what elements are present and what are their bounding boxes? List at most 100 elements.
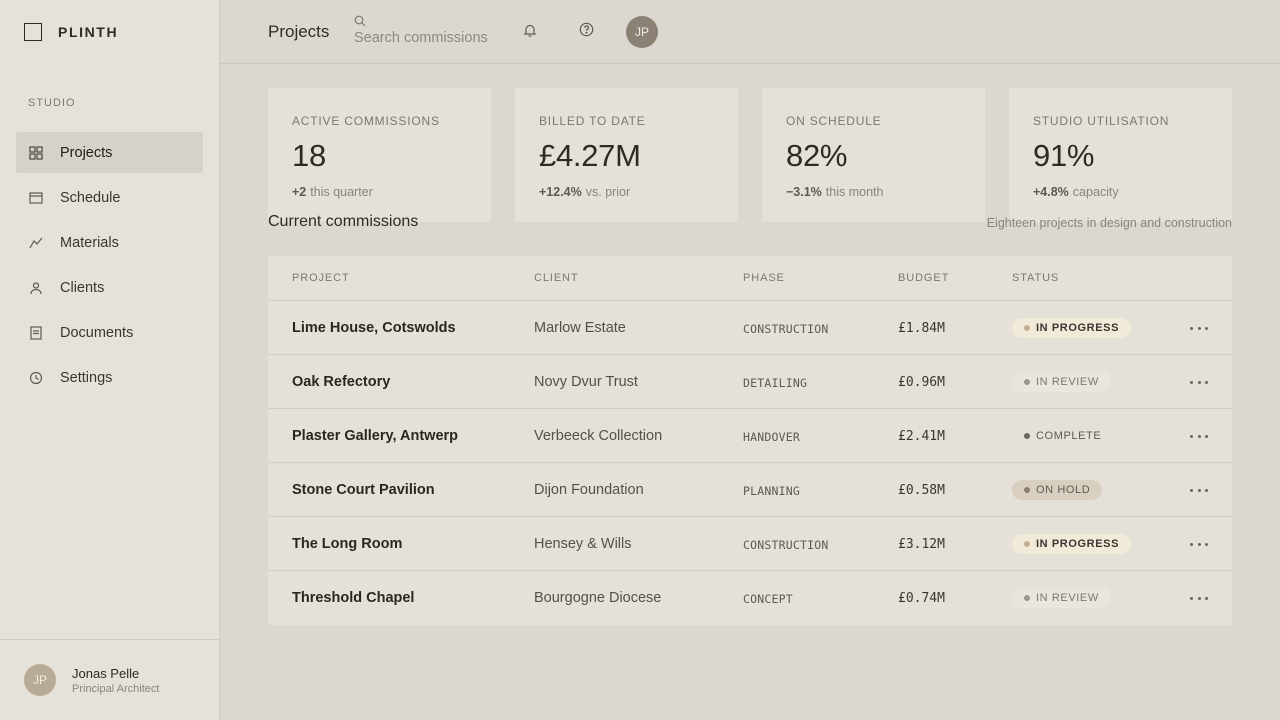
search-input[interactable]	[354, 30, 504, 46]
help-circle-icon	[579, 22, 594, 42]
client-name: Novy Dvur Trust	[534, 374, 638, 390]
sidebar-item-label: Documents	[60, 324, 134, 341]
stat-delta: +12.4%	[539, 185, 582, 199]
stat-note-text: this month	[825, 185, 884, 199]
stat-label: BILLED TO DATE	[539, 114, 646, 128]
client-name: Bourgogne Diocese	[534, 590, 662, 606]
more-dots-icon	[1190, 488, 1193, 492]
row-more-button[interactable]	[1190, 374, 1208, 390]
more-dots-icon	[1205, 596, 1208, 600]
logo-square-icon	[24, 23, 42, 41]
more-dots-icon	[1205, 488, 1208, 492]
stat-note: +4.8% capacity	[1033, 185, 1208, 199]
row-more-button[interactable]	[1190, 428, 1208, 444]
client-name: Dijon Foundation	[534, 482, 644, 498]
stat-note: +2 this quarter	[292, 185, 467, 199]
status-badge: COMPLETE	[1012, 426, 1113, 446]
column-header-status[interactable]: STATUS	[1012, 272, 1059, 284]
row-more-button[interactable]	[1190, 320, 1208, 336]
status-badge: IN REVIEW	[1012, 372, 1111, 392]
stat-note-text: this quarter	[310, 185, 373, 199]
section-subtitle: Eighteen projects in design and construc…	[986, 216, 1232, 230]
phase: CONSTRUCTION	[743, 322, 829, 336]
status-badge: ON HOLD	[1012, 480, 1103, 500]
account-avatar-button[interactable]: JP	[626, 16, 658, 48]
more-dots-icon	[1197, 434, 1201, 438]
page-title: Projects	[268, 22, 330, 41]
table-row[interactable]: Plaster Gallery, Antwerp Verbeeck Collec…	[268, 409, 1232, 463]
sidebar-item-schedule[interactable]: Schedule	[16, 177, 203, 218]
stat-card-on-schedule: ON SCHEDULE 82% −3.1% this month	[762, 88, 985, 222]
more-dots-icon	[1197, 542, 1201, 546]
status-badge: IN PROGRESS	[1012, 318, 1132, 338]
phase: CONCEPT	[743, 592, 793, 606]
phase: HANDOVER	[743, 430, 800, 444]
more-dots-icon	[1197, 326, 1201, 330]
status-dot	[1024, 325, 1030, 331]
client-name: Marlow Estate	[534, 320, 626, 336]
more-dots-icon	[1197, 380, 1201, 384]
stat-delta: +2	[292, 185, 307, 199]
table-body: Lime House, Cotswolds Marlow Estate CONS…	[268, 301, 1232, 625]
status-dot	[1024, 487, 1030, 493]
client-name: Hensey & Wills	[534, 536, 632, 552]
commissions-table: PROJECT CLIENT PHASE BUDGET STATUS Lime …	[268, 256, 1232, 625]
table-row[interactable]: The Long Room Hensey & Wills CONSTRUCTIO…	[268, 517, 1232, 571]
more-dots-icon	[1190, 326, 1193, 330]
status-badge: IN REVIEW	[1012, 588, 1111, 608]
sidebar-item-projects[interactable]: Projects	[16, 132, 203, 173]
user-name: Jonas Pelle	[72, 665, 140, 681]
brand[interactable]: PLINTH	[24, 23, 118, 41]
section-title: Current commissions	[268, 213, 419, 230]
sidebar: PLINTH STUDIO Projects Schedule Material…	[0, 0, 220, 720]
sidebar-item-documents[interactable]: Documents	[16, 312, 203, 353]
column-header-budget[interactable]: BUDGET	[898, 272, 949, 284]
more-dots-icon	[1190, 596, 1193, 600]
user-meta: Jonas Pelle Principal Architect	[72, 666, 159, 695]
budget: £0.96M	[898, 375, 945, 390]
project-name: Lime House, Cotswolds	[292, 320, 456, 336]
sidebar-item-clients[interactable]: Clients	[16, 267, 203, 308]
more-dots-icon	[1190, 380, 1193, 384]
stat-value: 91%	[1033, 138, 1095, 173]
status-dot	[1024, 379, 1030, 385]
clock-icon	[28, 370, 44, 386]
sidebar-user[interactable]: JP Jonas Pelle Principal Architect	[0, 639, 220, 720]
search-icon	[354, 14, 366, 27]
sidebar-item-materials[interactable]: Materials	[16, 222, 203, 263]
status-text: ON HOLD	[1036, 484, 1091, 496]
status-text: IN PROGRESS	[1036, 538, 1120, 550]
more-dots-icon	[1205, 434, 1208, 438]
help-button[interactable]	[576, 22, 596, 42]
column-header-client[interactable]: CLIENT	[534, 272, 579, 284]
table-row[interactable]: Lime House, Cotswolds Marlow Estate CONS…	[268, 301, 1232, 355]
table-row[interactable]: Stone Court Pavilion Dijon Foundation PL…	[268, 463, 1232, 517]
trend-icon	[28, 235, 44, 251]
budget: £2.41M	[898, 429, 945, 444]
budget: £0.74M	[898, 591, 945, 606]
sidebar-nav: Projects Schedule Materials Clients Docu…	[16, 132, 203, 402]
more-dots-icon	[1205, 542, 1208, 546]
phase: CONSTRUCTION	[743, 538, 829, 552]
row-more-button[interactable]	[1190, 482, 1208, 498]
stats-row: ACTIVE COMMISSIONS 18 +2 this quarter BIL…	[268, 88, 1232, 222]
bell-icon	[523, 23, 537, 42]
table-row[interactable]: Oak Refectory Novy Dvur Trust DETAILING …	[268, 355, 1232, 409]
table-row[interactable]: Threshold Chapel Bourgogne Diocese CONCE…	[268, 571, 1232, 625]
column-header-project[interactable]: PROJECT	[292, 272, 350, 284]
notifications-button[interactable]	[520, 22, 540, 42]
project-name: The Long Room	[292, 536, 403, 552]
client-name: Verbeeck Collection	[534, 428, 663, 444]
row-more-button[interactable]	[1190, 536, 1208, 552]
user-icon	[28, 280, 44, 296]
stat-value: 82%	[786, 138, 848, 173]
phase: PLANNING	[743, 484, 800, 498]
column-header-phase[interactable]: PHASE	[743, 272, 785, 284]
stat-card-active-commissions: ACTIVE COMMISSIONS 18 +2 this quarter	[268, 88, 491, 222]
row-more-button[interactable]	[1190, 590, 1208, 606]
stat-delta: +4.8%	[1033, 185, 1069, 199]
status-text: COMPLETE	[1036, 430, 1102, 442]
sidebar-item-settings[interactable]: Settings	[16, 357, 203, 398]
topbar: Projects JP	[220, 0, 1280, 64]
status-text: IN REVIEW	[1036, 376, 1099, 388]
